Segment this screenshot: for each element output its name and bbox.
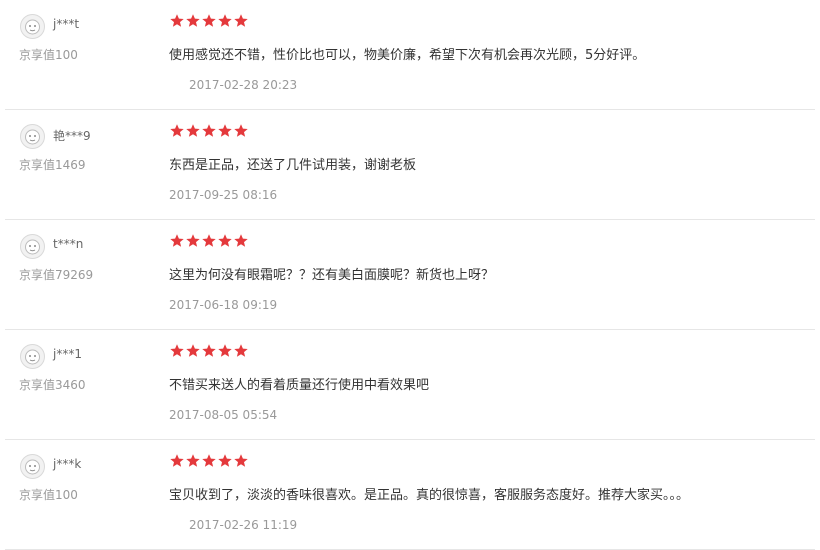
rating-stars (169, 123, 249, 139)
username: j***1 (53, 347, 82, 361)
star-icon (217, 233, 233, 249)
username: j***k (53, 457, 82, 471)
review-item: j***t 京享值100 使用感觉还不错，性价比也可以，物美价廉，希望下次有机会… (5, 0, 815, 110)
star-icon (201, 453, 217, 469)
star-icon (201, 343, 217, 359)
default-avatar-icon[interactable] (20, 14, 45, 39)
default-avatar-icon[interactable] (20, 124, 45, 149)
review-time: 2017-02-26 11:19 (189, 518, 298, 532)
rating-stars (169, 453, 249, 469)
star-icon (233, 123, 249, 139)
rating-stars (169, 13, 249, 29)
username: 艳***9 (53, 129, 91, 143)
star-icon (185, 233, 201, 249)
rating-stars (169, 233, 249, 249)
star-icon (217, 343, 233, 359)
star-icon (169, 123, 185, 139)
review-item: t***n 京享值79269 这里为何没有眼霜呢？？还有美白面膜呢？新货也上呀？… (5, 220, 815, 330)
star-icon (169, 453, 185, 469)
jingxiang-value: 京享值3460 (19, 378, 86, 392)
star-icon (233, 453, 249, 469)
star-icon (217, 123, 233, 139)
star-icon (233, 233, 249, 249)
jingxiang-value: 京享值1469 (19, 158, 86, 172)
star-icon (217, 453, 233, 469)
star-icon (169, 233, 185, 249)
default-avatar-icon[interactable] (20, 454, 45, 479)
review-time: 2017-02-28 20:23 (189, 78, 298, 92)
star-icon (217, 13, 233, 29)
star-icon (185, 343, 201, 359)
review-item: j***k 京享值100 宝贝收到了，淡淡的香味很喜欢。是正品。真的很惊喜，客服… (5, 440, 815, 550)
username: j***t (53, 17, 80, 31)
star-icon (233, 343, 249, 359)
rating-stars (169, 343, 249, 359)
review-time: 2017-09-25 08:16 (169, 188, 278, 202)
review-item: 艳***9 京享值1469 东西是正品，还送了几件试用装，谢谢老板 2017-0… (5, 110, 815, 220)
default-avatar-icon[interactable] (20, 344, 45, 369)
default-avatar-icon[interactable] (20, 234, 45, 259)
star-icon (201, 13, 217, 29)
star-icon (185, 13, 201, 29)
review-content: 不错买来送人的看着质量还行使用中看效果吧 (169, 378, 430, 393)
review-time: 2017-06-18 09:19 (169, 298, 278, 312)
star-icon (185, 123, 201, 139)
star-icon (185, 453, 201, 469)
star-icon (201, 233, 217, 249)
review-content: 宝贝收到了，淡淡的香味很喜欢。是正品。真的很惊喜，客服服务态度好。推荐大家买。。… (169, 488, 690, 503)
star-icon (169, 343, 185, 359)
review-list: j***t 京享值100 使用感觉还不错，性价比也可以，物美价廉，希望下次有机会… (0, 0, 820, 550)
review-item: j***1 京享值3460 不错买来送人的看着质量还行使用中看效果吧 2017-… (5, 330, 815, 440)
username: t***n (53, 237, 84, 251)
star-icon (233, 13, 249, 29)
jingxiang-value: 京享值100 (19, 48, 78, 62)
review-content: 东西是正品，还送了几件试用装，谢谢老板 (169, 158, 417, 173)
review-content: 使用感觉还不错，性价比也可以，物美价廉，希望下次有机会再次光顾，5分好评。 (169, 48, 646, 63)
jingxiang-value: 京享值79269 (19, 268, 94, 282)
star-icon (169, 13, 185, 29)
review-time: 2017-08-05 05:54 (169, 408, 278, 422)
jingxiang-value: 京享值100 (19, 488, 78, 502)
star-icon (201, 123, 217, 139)
review-content: 这里为何没有眼霜呢？？还有美白面膜呢？新货也上呀？ (169, 268, 495, 283)
